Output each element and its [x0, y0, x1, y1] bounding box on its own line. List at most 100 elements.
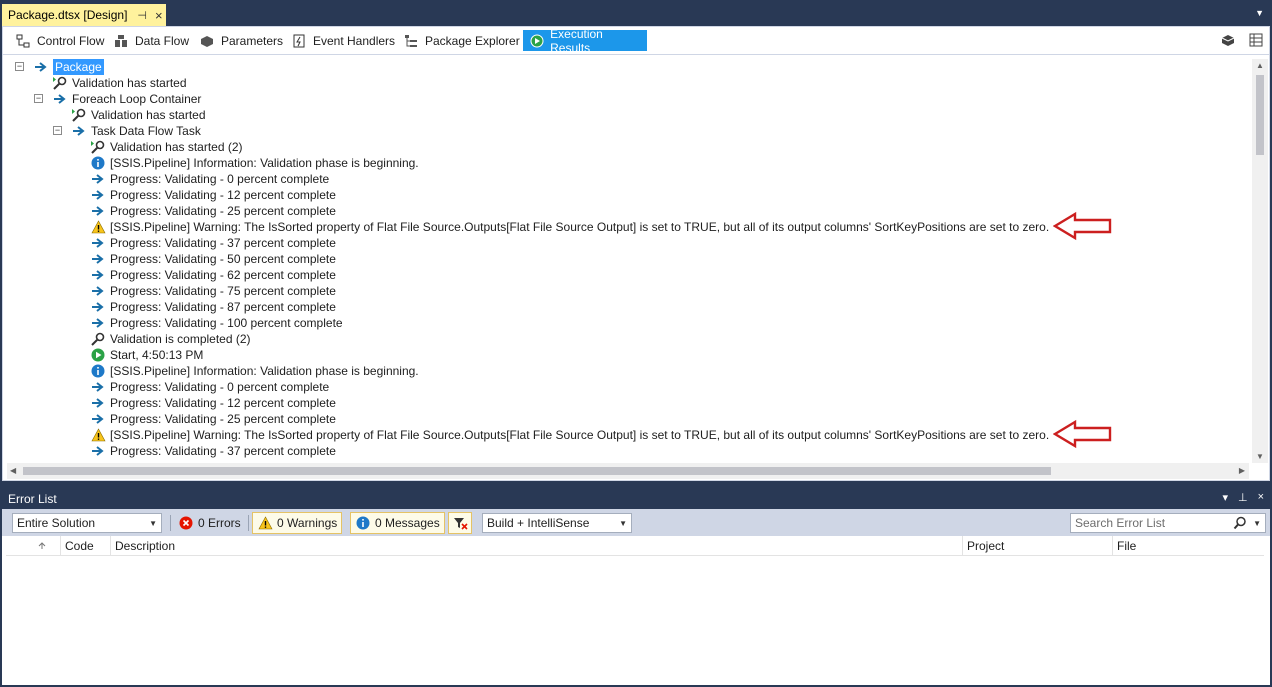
result-row[interactable]: Progress: Validating - 0 percent complet… — [90, 171, 329, 187]
result-row[interactable]: Validation has started — [52, 75, 187, 91]
scroll-thumb[interactable] — [23, 467, 1051, 475]
tab-list-dropdown-icon[interactable]: ▼ — [1255, 8, 1264, 18]
chevron-down-icon[interactable]: ▼ — [1253, 519, 1261, 528]
tab-event-handlers[interactable]: Event Handlers — [285, 30, 401, 51]
scroll-down-icon[interactable]: ▼ — [1256, 452, 1264, 461]
column-label: Code — [65, 539, 94, 553]
result-text: Task Data Flow Task — [91, 124, 201, 138]
result-row[interactable]: Validation is completed (2) — [90, 331, 251, 347]
result-text: Progress: Validating - 50 percent comple… — [110, 252, 336, 266]
result-text: Progress: Validating - 0 percent complet… — [110, 172, 330, 186]
result-row[interactable]: Progress: Validating - 87 percent comple… — [90, 299, 336, 315]
arrow-right-icon — [90, 251, 106, 267]
scroll-right-icon[interactable]: ▶ — [1239, 466, 1245, 475]
scroll-left-icon[interactable]: ◀ — [10, 466, 16, 475]
warning-icon — [90, 427, 106, 443]
chevron-down-icon: ▼ — [149, 519, 157, 528]
scope-dropdown[interactable]: Entire Solution ▼ — [12, 513, 162, 533]
result-row[interactable]: Task Data Flow Task — [71, 123, 201, 139]
arrow-right-icon — [90, 315, 106, 331]
tab-execution-results[interactable]: Execution Results — [523, 27, 647, 55]
arrow-right-icon — [90, 379, 106, 395]
result-text: Progress: Validating - 0 percent complet… — [110, 380, 330, 394]
tab-label: Control Flow — [37, 33, 105, 48]
info-icon — [90, 363, 106, 379]
pin-icon[interactable]: ⊥ — [1238, 491, 1248, 504]
warnings-filter-button[interactable]: 0 Warnings — [252, 512, 343, 534]
result-row[interactable]: [SSIS.Pipeline] Information: Validation … — [90, 155, 419, 171]
result-text: Package — [53, 59, 104, 75]
tab-data-flow[interactable]: Data Flow — [107, 30, 195, 51]
error-list-title-bar: Error List ▾ ⊥ × — [2, 488, 1270, 509]
result-row[interactable]: Progress: Validating - 25 percent comple… — [90, 203, 336, 219]
result-text: Progress: Validating - 75 percent comple… — [110, 284, 336, 298]
close-icon[interactable]: × — [155, 8, 163, 23]
result-row[interactable]: Progress: Validating - 50 percent comple… — [90, 251, 336, 267]
errors-filter-button[interactable]: 0 Errors — [174, 512, 245, 534]
result-text: Progress: Validating - 25 percent comple… — [110, 412, 336, 426]
result-row[interactable]: Progress: Validating - 25 percent comple… — [90, 411, 336, 427]
result-text: Progress: Validating - 100 percent compl… — [110, 316, 343, 330]
result-row[interactable]: Progress: Validating - 12 percent comple… — [90, 187, 336, 203]
error-list-body[interactable] — [6, 556, 1264, 680]
messages-filter-button[interactable]: 0 Messages — [350, 512, 445, 534]
result-row[interactable]: Package — [33, 59, 104, 75]
result-row[interactable]: Progress: Validating - 37 percent comple… — [90, 235, 336, 251]
execution-results-tree[interactable]: − Package Validation has started − Foreach L… — [7, 59, 1249, 463]
error-list-panel: Error List ▾ ⊥ × Entire Solution ▼ 0 Err… — [2, 488, 1270, 685]
scroll-thumb[interactable] — [1256, 75, 1264, 155]
tab-parameters[interactable]: Parameters — [193, 30, 289, 51]
variables-grid-icon[interactable] — [1247, 31, 1265, 49]
horizontal-scrollbar[interactable]: ◀ ▶ — [7, 463, 1249, 479]
warning-row[interactable]: [SSIS.Pipeline] Warning: The IsSorted pr… — [90, 211, 1113, 240]
tab-label: Data Flow — [135, 33, 190, 48]
tree-expander[interactable]: − — [15, 62, 24, 71]
document-tab[interactable]: Package.dtsx [Design] ⊣ × — [2, 4, 166, 26]
result-row[interactable]: Progress: Validating - 75 percent comple… — [90, 283, 336, 299]
result-row[interactable]: [SSIS.Pipeline] Information: Validation … — [90, 363, 419, 379]
window-position-icon[interactable]: ▾ — [1222, 491, 1228, 504]
warning-row[interactable]: [SSIS.Pipeline] Warning: The IsSorted pr… — [90, 419, 1113, 448]
result-row[interactable]: Start, 4:50:13 PM — [90, 347, 203, 363]
result-text: [SSIS.Pipeline] Information: Validation … — [110, 156, 419, 170]
scope-value: Entire Solution — [17, 516, 96, 530]
package-icon[interactable] — [1219, 31, 1237, 49]
build-filter-dropdown[interactable]: Build + IntelliSense ▼ — [482, 513, 632, 533]
result-row[interactable]: Validation has started (2) — [90, 139, 243, 155]
result-row[interactable]: Progress: Validating - 0 percent complet… — [90, 379, 329, 395]
validation-completed-icon — [90, 331, 106, 347]
clear-filter-button[interactable] — [448, 512, 472, 534]
column-description[interactable]: Description — [110, 536, 962, 556]
result-row[interactable]: Validation has started — [71, 107, 206, 123]
result-row[interactable]: Foreach Loop Container — [52, 91, 201, 107]
pin-icon[interactable]: ⊣ — [137, 9, 147, 22]
result-text: Progress: Validating - 62 percent comple… — [110, 268, 336, 282]
close-icon[interactable]: × — [1258, 491, 1264, 504]
result-row[interactable]: Progress: Validating - 62 percent comple… — [90, 267, 336, 283]
result-text: Progress: Validating - 37 percent comple… — [110, 236, 336, 250]
arrow-right-icon — [90, 235, 106, 251]
tree-expander[interactable]: − — [34, 94, 43, 103]
tree-expander[interactable]: − — [53, 126, 62, 135]
scroll-up-icon[interactable]: ▲ — [1256, 61, 1264, 70]
tab-label: Event Handlers — [313, 33, 396, 48]
arrow-right-icon — [90, 411, 106, 427]
search-error-list-input[interactable]: Search Error List ▼ — [1070, 513, 1266, 533]
result-row[interactable]: Progress: Validating - 12 percent comple… — [90, 395, 336, 411]
tab-label: Package Explorer — [425, 33, 520, 48]
result-row[interactable]: Progress: Validating - 37 percent comple… — [90, 443, 336, 459]
column-code[interactable]: Code — [60, 536, 110, 556]
search-icon[interactable] — [1233, 516, 1247, 533]
column-sort-icon[interactable] — [34, 536, 60, 556]
result-row[interactable]: Progress: Validating - 100 percent compl… — [90, 315, 343, 331]
tab-label: Execution Results — [550, 26, 603, 55]
tab-control-flow[interactable]: Control Flow — [9, 30, 110, 51]
column-project[interactable]: Project — [962, 536, 1112, 556]
vertical-scrollbar[interactable]: ▲ ▼ — [1252, 59, 1268, 463]
error-icon — [178, 515, 194, 531]
arrow-right-icon — [90, 395, 106, 411]
error-list-title: Error List — [8, 491, 57, 506]
tab-package-explorer[interactable]: Package Explorer — [397, 30, 526, 51]
result-text: [SSIS.Pipeline] Information: Validation … — [110, 364, 419, 378]
column-file[interactable]: File — [1112, 536, 1264, 556]
